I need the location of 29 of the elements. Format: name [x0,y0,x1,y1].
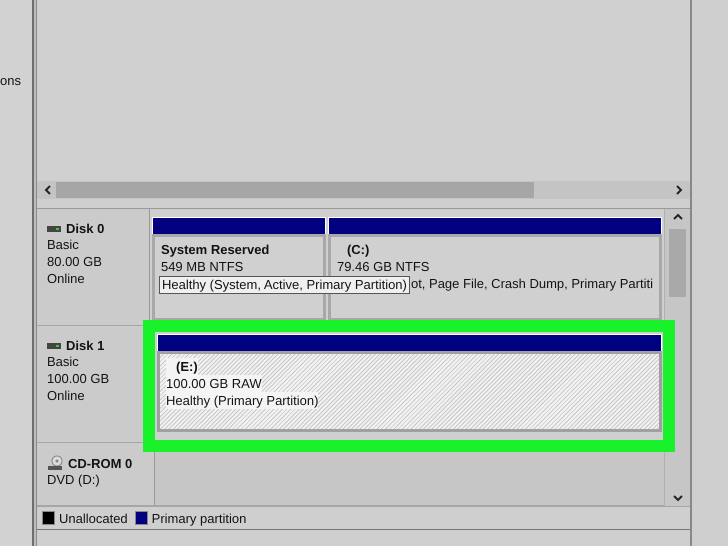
disk-info: Online [47,387,85,404]
drive-icon [47,226,61,232]
drive-icon [47,342,61,348]
disk-info: Online [47,270,85,287]
disk-name: Disk 1 [66,338,104,353]
disk-info: 80.00 GB [47,253,102,270]
partition-size: 100.00 GB RAW [166,375,262,392]
partition-title: (E:) [166,358,198,375]
cd-drive-icon [47,455,63,471]
disk-name: CD-ROM 0 [68,456,132,470]
disk-name: Disk 0 [66,221,104,236]
tooltip: Healthy (System, Active, Primary Partition) [158,276,410,294]
partition-size: 549 MB NTFS [160,258,244,275]
partition-title: System Reserved [160,241,270,258]
partition-box[interactable]: (E:) 100.00 GB RAW Healthy (Primary Partition) [157,351,662,432]
legend-label: Unallocated [59,510,128,526]
disk-info: 100.00 GB [47,370,110,387]
horizontal-scrollbar[interactable] [37,181,690,199]
scroll-thumb[interactable] [669,229,686,297]
disk-info: DVD (D:) [47,471,100,488]
legend-label: Primary partition [152,510,246,526]
partition-status: Healthy (Primary Partition) [166,392,318,409]
side-pane-text: ons [0,73,21,88]
partition-size: 79.46 GB NTFS [336,258,430,275]
partition-title: (C:) [346,241,370,258]
partition-status: ot, Page File, Crash Dump, Primary Partiti [410,275,653,292]
disk-info: Basic [47,353,79,370]
disk-info: Basic [47,236,79,253]
scroll-thumb[interactable] [56,182,534,198]
